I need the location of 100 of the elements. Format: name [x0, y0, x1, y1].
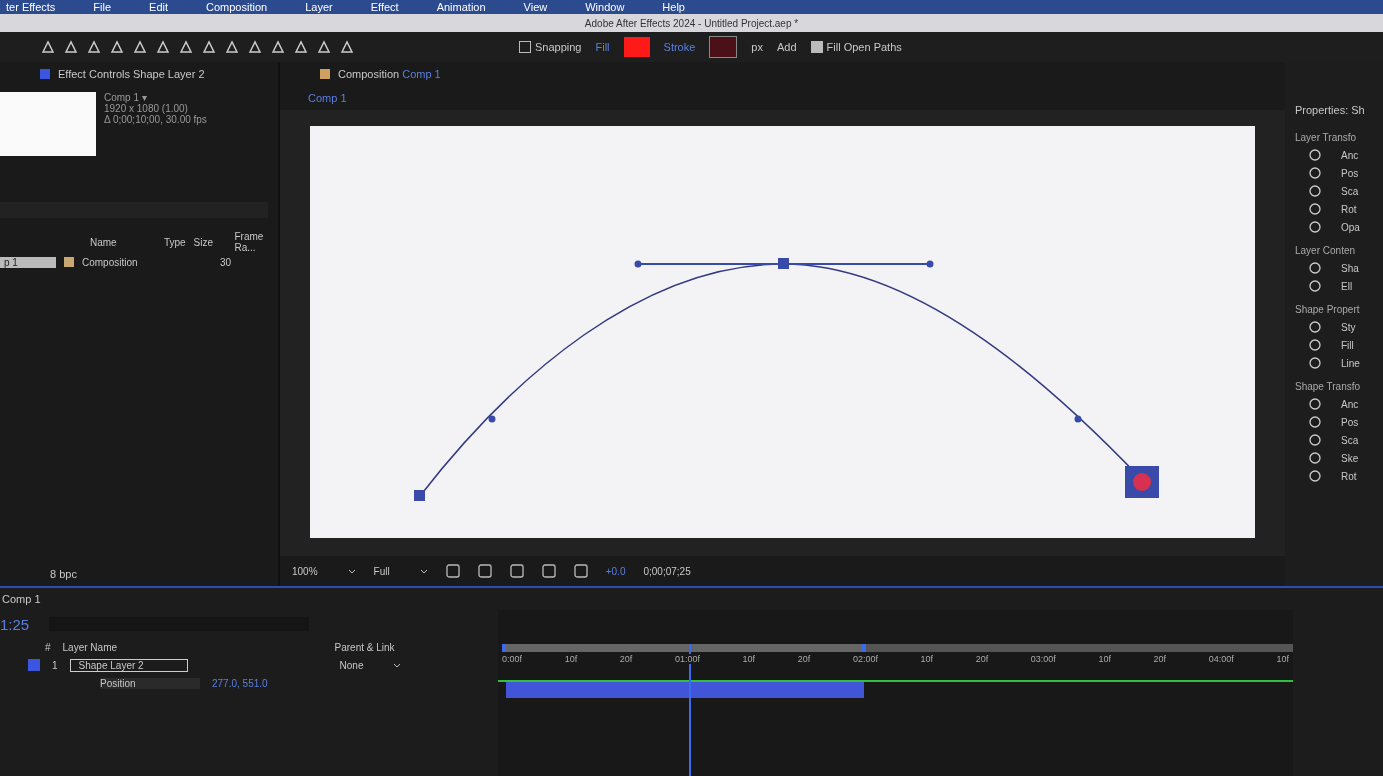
tool-icon[interactable]	[293, 39, 309, 55]
stopwatch-icon[interactable]	[1309, 357, 1321, 369]
property-name: Sca	[1341, 434, 1359, 446]
column-header[interactable]: Size	[193, 236, 227, 248]
window-title: Adobe After Effects 2024 - Untitled Project.aep *	[584, 17, 799, 29]
comp-info: Δ 0;00;10;00, 30.00 fps	[104, 114, 207, 125]
menu-item[interactable]: Animation	[436, 1, 486, 13]
tool-icon[interactable]	[178, 39, 194, 55]
menu-item[interactable]: Window	[585, 1, 625, 13]
caret-icon	[347, 568, 356, 574]
stopwatch-icon[interactable]	[1309, 398, 1321, 410]
view-icon[interactable]	[445, 564, 460, 578]
stopwatch-icon[interactable]	[1309, 221, 1321, 233]
tool-icon[interactable]	[63, 39, 79, 55]
tool-icon[interactable]	[316, 39, 332, 55]
label-swatch[interactable]	[28, 659, 40, 671]
tool-icon[interactable]	[155, 39, 171, 55]
property-value[interactable]: 277.0, 551.0	[212, 677, 268, 689]
comp-info: 1920 x 1080 (1.00)	[104, 103, 189, 114]
panel-tab[interactable]: Effect Controls Shape Layer 2	[58, 68, 205, 80]
column-header[interactable]: Name	[90, 236, 156, 248]
menu-item[interactable]: Layer	[305, 1, 333, 13]
zoom-dropdown[interactable]: 100%	[292, 565, 356, 577]
ruler-tick: 01:00f	[674, 654, 700, 664]
tool-icon[interactable]	[224, 39, 240, 55]
stroke-width[interactable]: px	[751, 41, 763, 53]
ruler-tick: 20f	[975, 654, 989, 664]
panel-tab[interactable]: Composition Comp 1	[338, 68, 441, 80]
resolution-dropdown[interactable]: Full	[373, 565, 428, 577]
option-checkbox[interactable]: Fill Open Paths	[810, 41, 902, 53]
fill-label: Fill	[595, 41, 610, 53]
tool-icon[interactable]	[86, 39, 102, 55]
column-header[interactable]: Frame Ra...	[234, 231, 278, 253]
property-name: Anc	[1341, 398, 1359, 410]
caret-icon	[393, 662, 402, 668]
stopwatch-icon[interactable]	[1309, 280, 1321, 292]
tool-icon[interactable]	[247, 39, 263, 55]
stopwatch-icon[interactable]	[1309, 185, 1321, 197]
tool-icon[interactable]	[109, 39, 125, 55]
add-label[interactable]: Add	[777, 41, 797, 53]
tool-icon[interactable]	[201, 39, 217, 55]
stopwatch-icon[interactable]	[1309, 470, 1321, 482]
current-time[interactable]: 1:25	[0, 615, 30, 633]
ruler-tick: 10f	[564, 654, 578, 664]
view-icon[interactable]	[541, 564, 556, 578]
property-name: Ske	[1341, 452, 1359, 464]
fill-swatch[interactable]	[623, 37, 650, 57]
view-icon[interactable]	[573, 564, 588, 578]
item-name[interactable]: p 1	[0, 256, 56, 268]
parent-dropdown[interactable]: None	[339, 659, 402, 671]
view-icon[interactable]	[477, 564, 492, 578]
layer-number: 1	[52, 659, 58, 671]
property-name: Sty	[1341, 321, 1356, 333]
stopwatch-icon[interactable]	[1309, 262, 1321, 274]
stopwatch-icon[interactable]	[1309, 452, 1321, 464]
stopwatch-icon[interactable]	[1309, 434, 1321, 446]
exposure-value[interactable]: +0.0	[605, 565, 626, 577]
ruler-tick: 0:00f	[502, 654, 523, 664]
column-header: Parent & Link	[334, 641, 395, 653]
caret-icon	[419, 568, 428, 574]
property-name: Line	[1341, 357, 1360, 369]
ruler-tick: 10f	[1276, 654, 1289, 664]
stopwatch-icon[interactable]	[1309, 339, 1321, 351]
panel-tab[interactable]: Comp 1	[2, 593, 41, 605]
menu-item[interactable]: ter Effects	[6, 1, 56, 13]
label-swatch	[64, 257, 74, 267]
tool-icon[interactable]	[40, 39, 56, 55]
tool-icon[interactable]	[132, 39, 148, 55]
snapping-checkbox[interactable]: Snapping	[519, 41, 582, 53]
ruler-tick: 02:00f	[852, 654, 878, 664]
breadcrumb[interactable]: Comp 1	[308, 92, 347, 104]
menu-item[interactable]: Help	[662, 1, 685, 13]
tool-icon[interactable]	[339, 39, 355, 55]
menu-item[interactable]: View	[523, 1, 548, 13]
property-name: Opa	[1341, 221, 1360, 233]
stopwatch-icon[interactable]	[1309, 167, 1321, 179]
ruler-tick: 03:00f	[1030, 654, 1056, 664]
view-icon[interactable]	[509, 564, 524, 578]
tool-icon[interactable]	[270, 39, 286, 55]
stopwatch-icon[interactable]	[1309, 203, 1321, 215]
menu-item[interactable]: File	[93, 1, 112, 13]
menu-item[interactable]: Effect	[370, 1, 399, 13]
column-header: Layer Name	[62, 641, 119, 653]
item-type: Composition	[82, 256, 139, 268]
property-name: Pos	[1341, 167, 1359, 179]
layer-name[interactable]: Shape Layer 2	[69, 658, 188, 672]
bit-depth[interactable]: 8 bpc	[50, 568, 77, 580]
timecode[interactable]: 0;00;07;25	[643, 565, 691, 577]
ruler-tick: 10f	[920, 654, 934, 664]
column-header[interactable]: Type	[163, 236, 186, 248]
property-name: Ell	[1341, 280, 1353, 292]
property-name: Rot	[1341, 203, 1357, 215]
stopwatch-icon[interactable]	[1309, 149, 1321, 161]
stopwatch-icon[interactable]	[1309, 321, 1321, 333]
menu-item[interactable]: Edit	[149, 1, 169, 13]
ruler-tick: 10f	[742, 654, 756, 664]
label-swatch	[320, 69, 330, 79]
stroke-swatch[interactable]	[709, 36, 738, 58]
stopwatch-icon[interactable]	[1309, 416, 1321, 428]
menu-item[interactable]: Composition	[206, 1, 268, 13]
